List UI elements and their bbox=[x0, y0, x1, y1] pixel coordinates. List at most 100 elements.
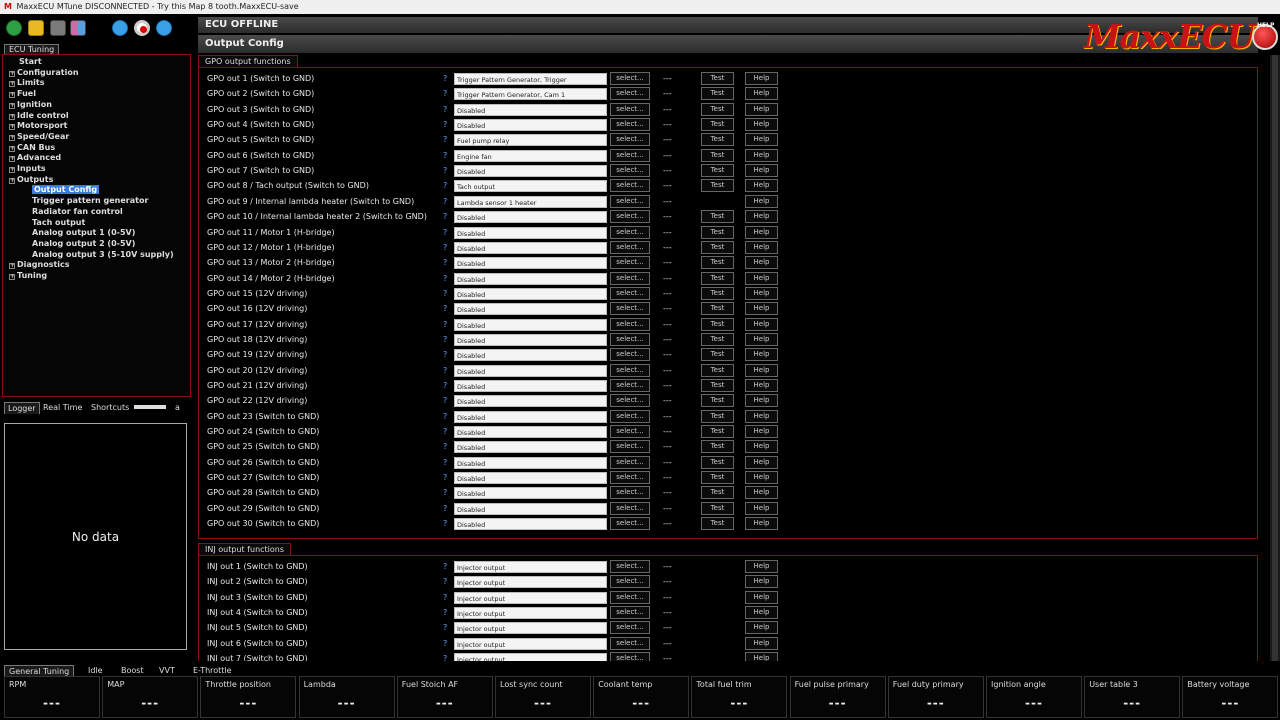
info-icon[interactable]: ? bbox=[443, 135, 447, 144]
function-field[interactable]: Injector output bbox=[454, 591, 607, 604]
info-icon[interactable]: ? bbox=[443, 151, 447, 160]
info-icon[interactable]: ? bbox=[443, 458, 447, 467]
info-icon[interactable]: ? bbox=[443, 623, 447, 632]
help-badge-icon[interactable]: HELP bbox=[1252, 22, 1278, 50]
test-button[interactable]: Test bbox=[701, 455, 734, 469]
select-button[interactable]: select... bbox=[610, 363, 650, 377]
info-icon[interactable]: ? bbox=[443, 120, 447, 129]
function-field[interactable]: Disabled bbox=[454, 241, 607, 254]
select-button[interactable]: select... bbox=[610, 636, 650, 650]
select-button[interactable]: select... bbox=[610, 271, 650, 285]
select-button[interactable]: select... bbox=[610, 256, 650, 270]
select-button[interactable]: select... bbox=[610, 148, 650, 162]
info-icon[interactable]: ? bbox=[443, 228, 447, 237]
info-icon[interactable]: ? bbox=[443, 396, 447, 405]
select-button[interactable]: select... bbox=[610, 102, 650, 116]
tab-idle[interactable]: Idle bbox=[84, 665, 107, 676]
expand-icon[interactable]: + bbox=[9, 167, 15, 173]
expand-icon[interactable]: + bbox=[9, 102, 15, 109]
select-button[interactable]: select... bbox=[610, 72, 650, 85]
tab-e-throttle[interactable]: E-Throttle bbox=[189, 665, 236, 676]
function-field[interactable]: Disabled bbox=[454, 426, 607, 439]
info-icon[interactable]: ? bbox=[443, 74, 447, 83]
select-button[interactable]: select... bbox=[610, 133, 650, 147]
tree-item[interactable]: Radiator fan control bbox=[32, 207, 123, 217]
select-button[interactable]: select... bbox=[610, 210, 650, 224]
tree-item[interactable]: + Ignition bbox=[9, 100, 52, 110]
help-button[interactable]: Help bbox=[745, 560, 778, 573]
connect-icon[interactable] bbox=[6, 20, 22, 36]
tab-shortcuts[interactable]: Shortcuts bbox=[88, 402, 132, 414]
select-button[interactable]: select... bbox=[610, 455, 650, 469]
tree-item[interactable]: + Fuel bbox=[9, 89, 36, 99]
info-icon[interactable]: ? bbox=[443, 412, 447, 421]
select-button[interactable]: select... bbox=[610, 118, 650, 132]
test-button[interactable]: Test bbox=[701, 379, 734, 392]
expand-icon[interactable]: + bbox=[9, 134, 15, 141]
help-button[interactable]: Help bbox=[745, 455, 778, 469]
help-button[interactable]: Help bbox=[745, 256, 778, 270]
help-button[interactable]: Help bbox=[745, 210, 778, 224]
info-icon[interactable]: ? bbox=[443, 274, 447, 283]
help-button[interactable]: Help bbox=[745, 348, 778, 362]
function-field[interactable]: Disabled bbox=[454, 518, 607, 531]
info-icon[interactable]: ? bbox=[443, 350, 447, 359]
gauge[interactable]: Lambda --- bbox=[298, 676, 395, 718]
info-icon[interactable]: ? bbox=[443, 105, 447, 114]
test-button[interactable]: Test bbox=[701, 240, 734, 254]
expand-icon[interactable]: + bbox=[9, 145, 15, 152]
function-field[interactable]: Disabled bbox=[454, 226, 607, 239]
select-button[interactable]: select... bbox=[610, 517, 650, 531]
expand-icon[interactable]: + bbox=[9, 124, 15, 131]
select-button[interactable]: select... bbox=[610, 486, 650, 500]
tree-item[interactable]: Trigger pattern generator bbox=[32, 196, 148, 206]
tree-item[interactable]: Output Config bbox=[32, 185, 100, 195]
info-icon[interactable]: ? bbox=[443, 89, 447, 98]
select-button[interactable]: select... bbox=[610, 286, 650, 300]
info-icon[interactable]: ? bbox=[443, 181, 447, 190]
tree-item[interactable]: + Motorsport bbox=[9, 121, 67, 131]
select-button[interactable]: select... bbox=[610, 348, 650, 362]
test-button[interactable]: Test bbox=[701, 87, 734, 101]
help-button[interactable]: Help bbox=[745, 501, 778, 515]
help-button[interactable]: Help bbox=[745, 621, 778, 635]
function-field[interactable]: Disabled bbox=[454, 211, 607, 224]
function-field[interactable]: Injector output bbox=[454, 561, 607, 573]
help-button[interactable]: Help bbox=[745, 394, 778, 408]
tree-item[interactable]: + Idle control bbox=[9, 111, 69, 121]
select-button[interactable]: select... bbox=[610, 379, 650, 392]
function-field[interactable]: Disabled bbox=[454, 272, 607, 285]
select-button[interactable]: select... bbox=[610, 560, 650, 573]
help-button[interactable]: Help bbox=[745, 379, 778, 392]
function-field[interactable]: Disabled bbox=[454, 303, 607, 316]
tab-general-tuning[interactable]: General Tuning bbox=[4, 665, 75, 676]
function-field[interactable]: Disabled bbox=[454, 410, 607, 423]
select-button[interactable]: select... bbox=[610, 240, 650, 254]
tree-item[interactable]: + Diagnostics bbox=[9, 260, 70, 270]
info-icon[interactable]: ? bbox=[443, 442, 447, 451]
function-field[interactable]: Injector output bbox=[454, 653, 607, 661]
tree-item[interactable]: + Outputs bbox=[9, 175, 53, 185]
select-button[interactable]: select... bbox=[610, 225, 650, 239]
record-icon[interactable] bbox=[134, 20, 150, 36]
gauge[interactable]: Fuel pulse primary --- bbox=[789, 676, 886, 718]
help-button[interactable]: Help bbox=[745, 102, 778, 116]
help-button[interactable]: Help bbox=[745, 409, 778, 423]
test-button[interactable]: Test bbox=[701, 363, 734, 377]
select-button[interactable]: select... bbox=[610, 575, 650, 589]
function-field[interactable]: Disabled bbox=[454, 257, 607, 270]
tree-item[interactable]: + CAN Bus bbox=[9, 143, 55, 153]
function-field[interactable]: Disabled bbox=[454, 456, 607, 469]
tab-logger[interactable]: Logger bbox=[4, 402, 40, 414]
expand-icon[interactable]: + bbox=[9, 274, 15, 280]
compare-icon[interactable] bbox=[70, 20, 86, 36]
select-button[interactable]: select... bbox=[610, 87, 650, 101]
separator-handle[interactable] bbox=[134, 405, 166, 409]
info-icon[interactable]: ? bbox=[443, 212, 447, 221]
test-button[interactable]: Test bbox=[701, 471, 734, 485]
function-field[interactable]: Disabled bbox=[454, 395, 607, 408]
select-button[interactable]: select... bbox=[610, 621, 650, 635]
function-field[interactable]: Disabled bbox=[454, 349, 607, 362]
function-field[interactable]: Tach output bbox=[454, 180, 607, 193]
info-icon[interactable]: ? bbox=[443, 320, 447, 329]
